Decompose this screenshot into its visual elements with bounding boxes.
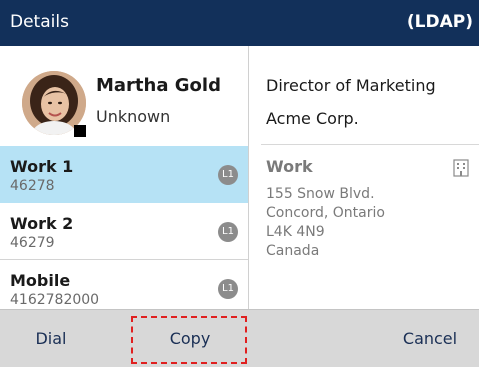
address-line: 155 Snow Blvd.	[266, 186, 375, 202]
dial-button[interactable]: Dial	[26, 310, 76, 368]
phone-number-list: Work 1 46278 L1 Work 2 46279 L1 Mobile 4…	[0, 146, 248, 317]
building-icon	[453, 159, 469, 177]
address-block: 155 Snow Blvd. Concord, Ontario L4K 4N9 …	[266, 185, 385, 261]
address-line: Canada	[266, 243, 320, 259]
copy-button[interactable]: Copy	[152, 310, 228, 368]
number-label: Work 2	[10, 214, 74, 233]
page-title: Details	[10, 12, 69, 32]
softkey-bar: Dial Copy Cancel	[0, 309, 479, 367]
line-badge-icon: L1	[218, 165, 238, 185]
cancel-button[interactable]: Cancel	[398, 310, 462, 368]
contact-status: Unknown	[96, 107, 171, 126]
contact-left-pane: Martha Gold Unknown Work 1 46278 L1 Work…	[0, 46, 248, 317]
contact-name: Martha Gold	[96, 75, 221, 96]
contact-detail-pane: Director of Marketing Acme Corp. Work 15…	[249, 46, 479, 309]
title-bar: Details (LDAP)	[0, 0, 479, 46]
line-badge-icon: L1	[218, 222, 238, 242]
number-value: 4162782000	[10, 292, 100, 308]
directory-source-label: (LDAP)	[406, 12, 473, 32]
number-value: 46279	[10, 235, 55, 251]
detail-divider	[261, 144, 479, 145]
number-label: Work 1	[10, 157, 74, 176]
line-badge-icon: L1	[218, 279, 238, 299]
company-name: Acme Corp.	[266, 109, 359, 128]
job-title: Director of Marketing	[266, 76, 436, 95]
address-line: L4K 4N9	[266, 224, 325, 240]
presence-indicator-icon	[74, 125, 86, 137]
contact-details-screen: Details (LDAP) Martha Gold Unknown Work …	[0, 0, 479, 367]
address-type-label: Work	[266, 157, 313, 176]
phone-number-row-work-1[interactable]: Work 1 46278 L1	[0, 146, 248, 203]
phone-number-row-work-2[interactable]: Work 2 46279 L1	[0, 203, 248, 260]
number-value: 46278	[10, 178, 55, 194]
contact-card: Martha Gold Unknown	[0, 46, 248, 146]
number-label: Mobile	[10, 271, 71, 290]
address-line: Concord, Ontario	[266, 205, 385, 221]
